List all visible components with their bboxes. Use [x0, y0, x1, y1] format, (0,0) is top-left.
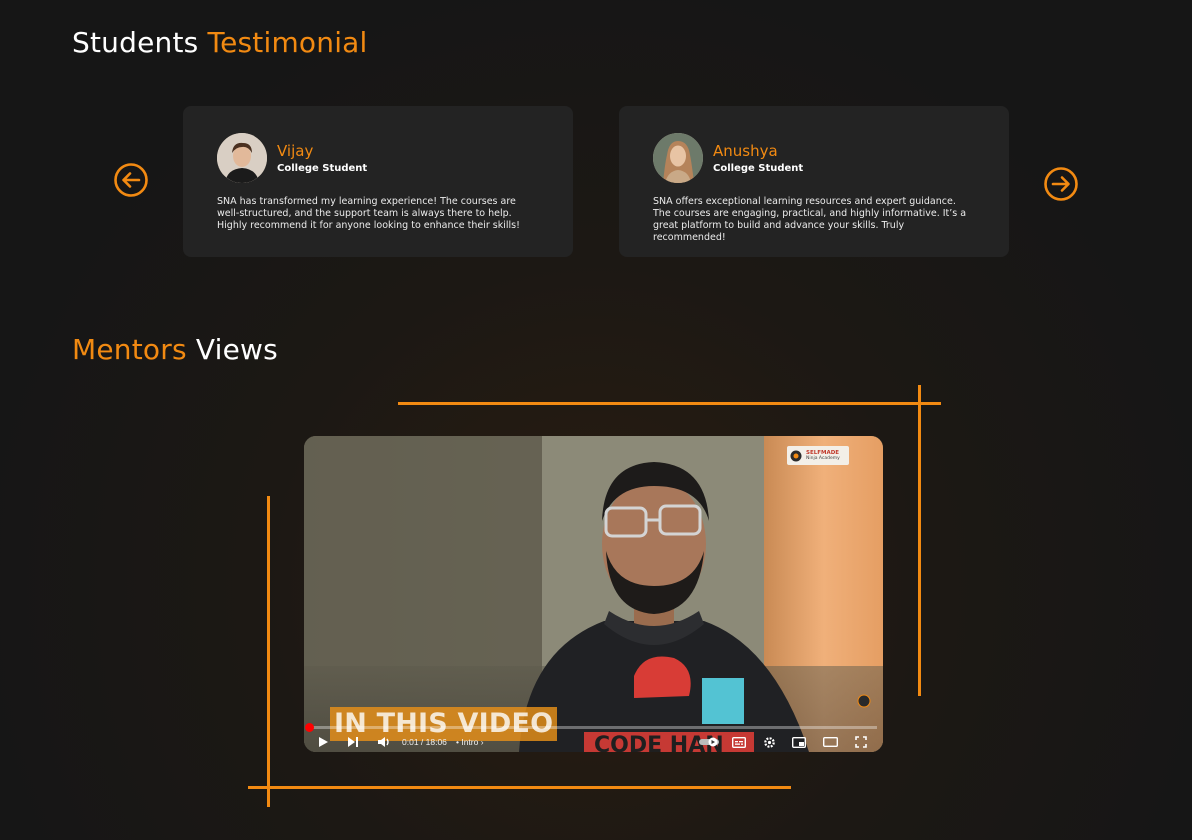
- decor-line-right: [918, 385, 921, 696]
- testimonial-card: Anushya College Student SNA offers excep…: [619, 106, 1009, 257]
- arrow-right-circle-icon: [1044, 167, 1078, 201]
- channel-logo-badge: SELFMADE Ninja Academy: [787, 446, 849, 465]
- testimonial-role: College Student: [277, 163, 368, 174]
- play-button[interactable]: [313, 732, 333, 752]
- video-chapter[interactable]: • Intro ›: [456, 737, 484, 747]
- testimonial-role: College Student: [713, 163, 804, 174]
- video-controls: 0:01 / 18:06 • Intro ›: [304, 732, 883, 752]
- settings-icon: [763, 736, 775, 748]
- next-icon: [348, 737, 358, 747]
- testimonial-name: Vijay: [277, 142, 314, 160]
- miniplayer-icon: [792, 736, 806, 748]
- logo-line1: SELFMADE: [806, 449, 840, 456]
- testimonial-name: Anushya: [713, 142, 778, 160]
- next-video-button[interactable]: [343, 732, 363, 752]
- channel-logo-text: SELFMADE Ninja Academy: [806, 450, 840, 462]
- fullscreen-icon: [855, 736, 867, 748]
- video-scrubber-handle[interactable]: [305, 723, 314, 732]
- testimonial-section-title: Students Testimonial: [72, 26, 368, 59]
- theater-mode-button[interactable]: [820, 732, 840, 752]
- subtitles-icon: [732, 736, 746, 748]
- carousel-prev-button[interactable]: [113, 162, 149, 198]
- mentors-section-title: Mentors Views: [72, 333, 278, 366]
- video-progress-bar[interactable]: [310, 726, 877, 729]
- ninja-logo-icon: [790, 450, 802, 461]
- volume-button[interactable]: [374, 732, 394, 752]
- miniplayer-button[interactable]: [789, 732, 809, 752]
- title-word-views: Views: [195, 333, 278, 366]
- autoplay-toggle[interactable]: [697, 732, 721, 752]
- title-word-testimonial: Testimonial: [207, 26, 368, 59]
- theater-icon: [822, 737, 838, 747]
- subtitles-button[interactable]: [729, 732, 749, 752]
- testimonial-text: SNA offers exceptional learning resource…: [653, 196, 967, 243]
- video-frame: CODE HAN: [304, 436, 883, 752]
- decor-line-bottom: [248, 786, 791, 789]
- avatar: [653, 133, 703, 183]
- logo-line2: Ninja Academy: [806, 455, 840, 461]
- mentor-video-player[interactable]: CODE HAN SELFMADE Ninja Academy IN THIS …: [304, 436, 883, 752]
- decor-line-top: [398, 402, 941, 405]
- testimonial-card: Vijay College Student SNA has transforme…: [183, 106, 573, 257]
- autoplay-toggle-icon: [699, 737, 719, 747]
- arrow-left-circle-icon: [114, 163, 148, 197]
- decor-line-left: [267, 496, 270, 807]
- testimonial-text: SNA has transformed my learning experien…: [217, 196, 520, 231]
- carousel-next-button[interactable]: [1043, 166, 1079, 202]
- avatar: [217, 133, 267, 183]
- fullscreen-button[interactable]: [851, 732, 871, 752]
- play-icon: [319, 737, 328, 747]
- title-word-mentors: Mentors: [72, 333, 187, 366]
- volume-icon: [378, 737, 389, 747]
- video-time: 0:01 / 18:06: [402, 737, 447, 747]
- title-word-students: Students: [72, 26, 199, 59]
- settings-button[interactable]: [759, 732, 779, 752]
